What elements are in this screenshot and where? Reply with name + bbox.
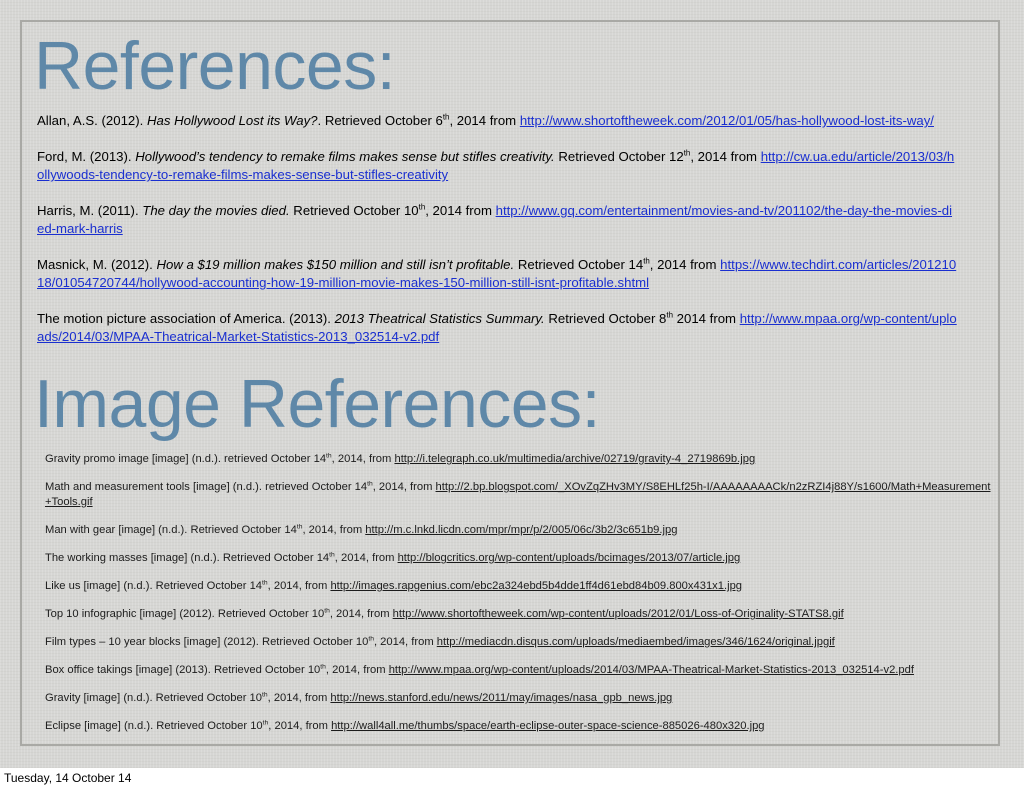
image-reference-item: Top 10 infographic [image] (2012). Retri…	[45, 607, 844, 620]
image-reference-item: Man with gear [image] (n.d.). Retrieved …	[45, 523, 678, 536]
image-reference-item: Like us [image] (n.d.). Retrieved Octobe…	[45, 579, 743, 592]
reference-item: Ford, M. (2013). Hollywood’s tendency to…	[37, 148, 955, 182]
image-reference-link[interactable]: http://i.telegraph.co.uk/multimedia/arch…	[394, 453, 755, 465]
image-reference-link[interactable]: http://news.stanford.edu/news/2011/may/i…	[330, 692, 672, 704]
image-reference-item: Box office takings [image] (2013). Retri…	[45, 663, 914, 676]
image-reference-item: Math and measurement tools [image] (n.d.…	[45, 480, 991, 508]
image-reference-item: Gravity [image] (n.d.). Retrieved Octobe…	[45, 691, 673, 704]
image-reference-link[interactable]: http://www.shortoftheweek.com/wp-content…	[393, 608, 844, 620]
footer-date: Tuesday, 14 October 14	[4, 771, 132, 785]
image-reference-link[interactable]: http://www.mpaa.org/wp-content/uploads/2…	[389, 664, 914, 676]
image-reference-item: Eclipse [image] (n.d.). Retrieved Octobe…	[45, 719, 765, 732]
reference-item: Masnick, M. (2012). How a $19 million ma…	[37, 256, 957, 290]
reference-item: The motion picture association of Americ…	[37, 310, 957, 344]
image-reference-link[interactable]: http://m.c.lnkd.licdn.com/mpr/mpr/p/2/00…	[365, 524, 677, 536]
references-list: Allan, A.S. (2012). Has Hollywood Lost i…	[37, 112, 957, 364]
slide: References: Allan, A.S. (2012). Has Holl…	[0, 0, 1024, 768]
reference-item: Allan, A.S. (2012). Has Hollywood Lost i…	[37, 112, 934, 128]
image-reference-link[interactable]: http://mediacdn.disqus.com/uploads/media…	[437, 636, 835, 648]
image-reference-item: Gravity promo image [image] (n.d.). retr…	[45, 452, 756, 465]
image-reference-item: The working masses [image] (n.d.). Retri…	[45, 551, 741, 564]
image-reference-link[interactable]: http://images.rapgenius.com/ebc2a324ebd5…	[330, 580, 742, 592]
image-references-list: Gravity promo image [image] (n.d.). retr…	[45, 452, 995, 747]
references-heading: References:	[34, 28, 396, 104]
image-reference-link[interactable]: http://blogcritics.org/wp-content/upload…	[398, 552, 741, 564]
image-reference-link[interactable]: http://wall4all.me/thumbs/space/earth-ec…	[331, 720, 764, 732]
image-references-heading: Image References:	[34, 366, 601, 442]
reference-item: Harris, M. (2011). The day the movies di…	[37, 202, 953, 236]
image-reference-item: Film types – 10 year blocks [image] (201…	[45, 635, 835, 648]
reference-link[interactable]: http://www.shortoftheweek.com/2012/01/05…	[520, 113, 934, 128]
